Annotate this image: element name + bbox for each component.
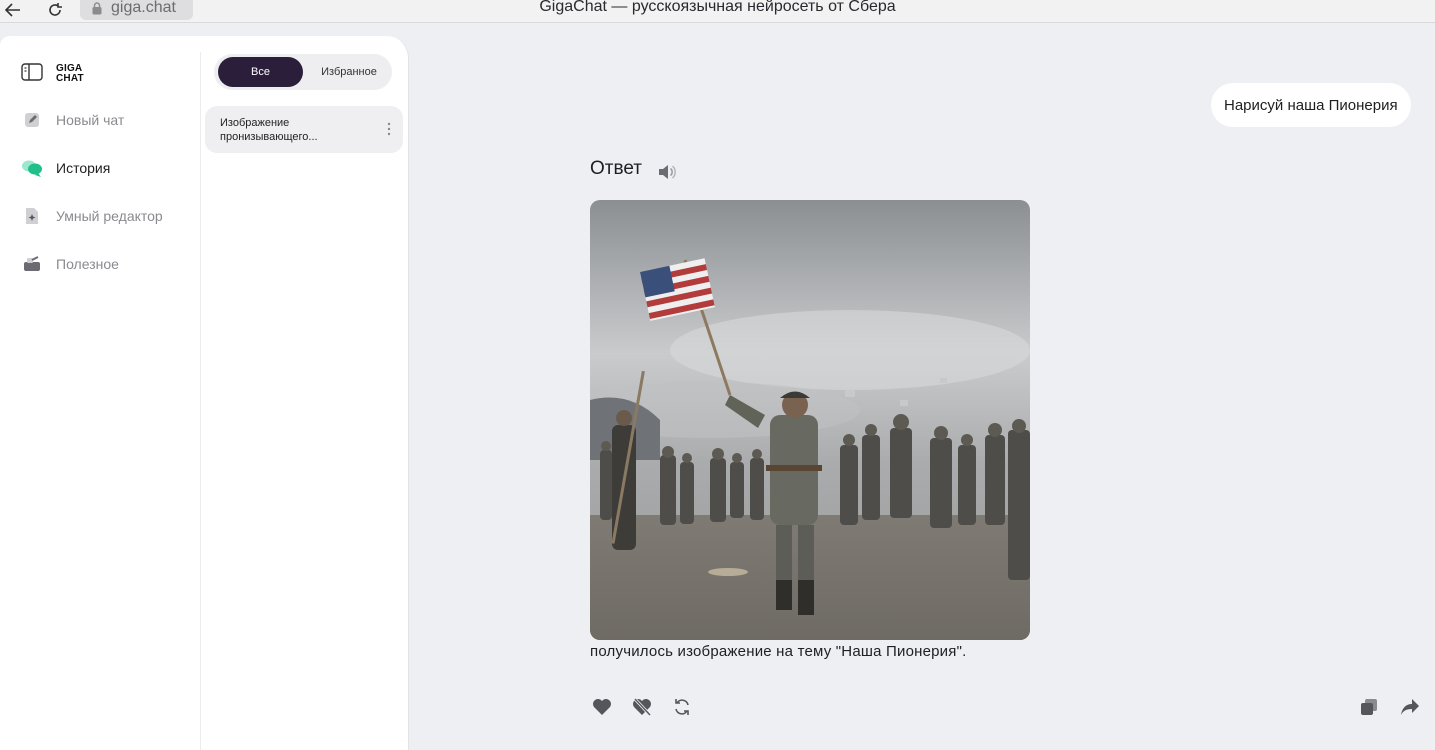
sidebar-item-label: Новый чат [56,112,125,128]
more-options-icon[interactable] [387,122,391,136]
sidebar-divider [200,52,201,750]
user-message: Нарисуй наша Пионерия [1211,83,1411,127]
history-item-title: Изображение пронизывающего... [220,117,318,143]
generated-image[interactable] [590,200,1030,640]
history-list-item[interactable]: Изображение пронизывающего... [205,106,403,153]
pencil-icon [20,108,44,132]
dislike-icon[interactable] [630,695,654,719]
speaker-icon[interactable] [657,163,677,181]
tab-favorites[interactable]: Избранное [309,57,389,87]
svg-text:CHAT: CHAT [56,73,84,82]
share-icon[interactable] [1398,695,1422,719]
document-sparkle-icon [20,204,44,228]
sidebar-item-new-chat[interactable]: Новый чат [20,105,124,135]
regenerate-icon[interactable] [670,695,694,719]
tab-all[interactable]: Все [218,57,303,87]
sidebar-item-label: История [56,160,111,176]
sidebar-toggle-icon[interactable] [21,63,43,81]
copy-icon[interactable] [1357,695,1381,719]
history-filter-tabs: Все Избранное [214,54,392,90]
sidebar-item-label: Полезное [56,256,119,272]
toolbox-icon [20,252,44,276]
answer-heading: Ответ [590,158,642,179]
chat-bubbles-icon [20,156,44,180]
browser-toolbar: giga.chat GigaChat — русскоязычная нейро… [0,0,1435,23]
browser-page-title: GigaChat — русскоязычная нейросеть от Сб… [539,0,896,15]
gigachat-logo[interactable]: GIGA CHAT [56,62,102,84]
sidebar-item-smart-editor[interactable]: Умный редактор [20,201,163,231]
like-icon[interactable] [590,695,614,719]
sidebar-item-label: Умный редактор [56,208,163,224]
sidebar-item-useful[interactable]: Полезное [20,249,119,279]
sidebar-item-history[interactable]: История [20,153,110,183]
answer-text: получилось изображение на тему "Наша Пио… [590,643,967,660]
